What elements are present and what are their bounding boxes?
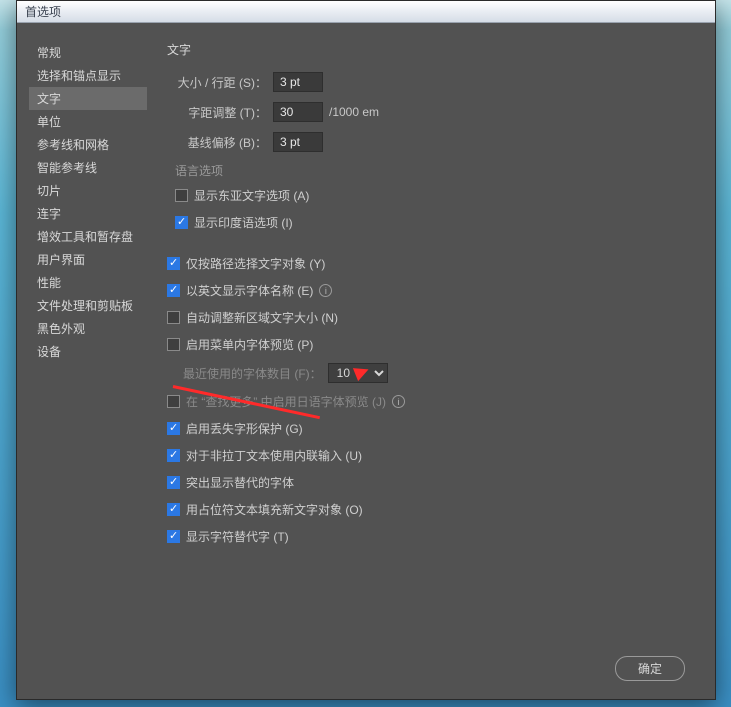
size-leading-input[interactable]: [273, 72, 323, 92]
info-icon[interactable]: i: [319, 284, 332, 297]
sidebar-item-11[interactable]: 文件处理和剪贴板: [29, 294, 147, 317]
size-leading-label: 大小 / 行距 (S)：: [167, 74, 267, 91]
checkbox-show-alt-glyph[interactable]: [167, 530, 180, 543]
label-placeholder-fill: 用占位符文本填充新文字对象 (O): [186, 501, 363, 518]
sidebar-item-2[interactable]: 文字: [29, 87, 147, 110]
window-title: 首选项: [25, 3, 61, 20]
checkbox-english-names[interactable]: [167, 284, 180, 297]
recent-fonts-select[interactable]: 10: [328, 363, 388, 383]
label-inline-input: 对于非拉丁文本使用内联输入 (U): [186, 447, 362, 464]
tracking-unit: /1000 em: [329, 105, 379, 119]
sidebar-item-6[interactable]: 切片: [29, 179, 147, 202]
checkbox-highlight-alt[interactable]: [167, 476, 180, 489]
recent-fonts-label: 最近使用的字体数目 (F)：: [183, 365, 322, 382]
info-icon[interactable]: i: [392, 395, 405, 408]
titlebar: 首选项: [17, 1, 715, 23]
checkbox-placeholder-fill[interactable]: [167, 503, 180, 516]
sidebar-item-8[interactable]: 增效工具和暂存盘: [29, 225, 147, 248]
sidebar: 常规选择和锚点显示文字单位参考线和网格智能参考线切片连字增效工具和暂存盘用户界面…: [17, 23, 147, 699]
sidebar-item-5[interactable]: 智能参考线: [29, 156, 147, 179]
sidebar-item-9[interactable]: 用户界面: [29, 248, 147, 271]
baseline-input[interactable]: [273, 132, 323, 152]
main-panel: 文字 大小 / 行距 (S)： 字距调整 (T)： /1000 em 基线偏移 …: [147, 23, 715, 699]
checkbox-east-asian[interactable]: [175, 189, 188, 202]
label-auto-size: 自动调整新区域文字大小 (N): [186, 309, 338, 326]
sidebar-item-0[interactable]: 常规: [29, 41, 147, 64]
sidebar-item-10[interactable]: 性能: [29, 271, 147, 294]
label-highlight-alt: 突出显示替代的字体: [186, 474, 294, 491]
sidebar-item-12[interactable]: 黑色外观: [29, 317, 147, 340]
label-show-alt-glyph: 显示字符替代字 (T): [186, 528, 289, 545]
checkbox-preview-menu[interactable]: [167, 338, 180, 351]
label-east-asian: 显示东亚文字选项 (A): [194, 187, 309, 204]
label-preview-menu: 启用菜单内字体预览 (P): [186, 336, 313, 353]
baseline-label: 基线偏移 (B)：: [183, 134, 267, 151]
checkbox-inline-input[interactable]: [167, 449, 180, 462]
ok-button[interactable]: 确定: [615, 656, 685, 681]
label-missing-glyph: 启用丢失字形保护 (G): [186, 420, 303, 437]
sidebar-item-1[interactable]: 选择和锚点显示: [29, 64, 147, 87]
sidebar-item-4[interactable]: 参考线和网格: [29, 133, 147, 156]
label-indic: 显示印度语选项 (I): [194, 214, 293, 231]
tracking-input[interactable]: [273, 102, 323, 122]
checkbox-path-only[interactable]: [167, 257, 180, 270]
panel-title: 文字: [167, 41, 695, 58]
checkbox-jp-preview[interactable]: [167, 395, 180, 408]
tracking-label: 字距调整 (T)：: [183, 104, 267, 121]
language-options-header: 语言选项: [175, 162, 695, 179]
preferences-window: 首选项 常规选择和锚点显示文字单位参考线和网格智能参考线切片连字增效工具和暂存盘…: [16, 0, 716, 700]
sidebar-item-3[interactable]: 单位: [29, 110, 147, 133]
sidebar-item-13[interactable]: 设备: [29, 340, 147, 363]
sidebar-item-7[interactable]: 连字: [29, 202, 147, 225]
checkbox-missing-glyph[interactable]: [167, 422, 180, 435]
checkbox-auto-size[interactable]: [167, 311, 180, 324]
label-jp-preview: 在 “查找更多” 中启用日语字体预览 (J): [186, 393, 386, 410]
label-path-only: 仅按路径选择文字对象 (Y): [186, 255, 325, 272]
label-english-names: 以英文显示字体名称 (E): [186, 282, 313, 299]
checkbox-indic[interactable]: [175, 216, 188, 229]
